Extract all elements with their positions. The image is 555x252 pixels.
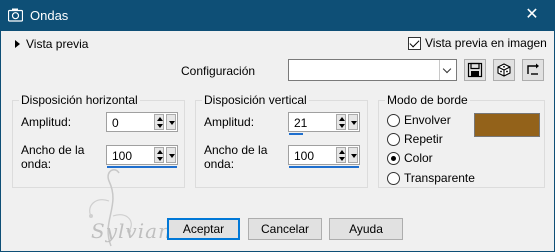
v-wavelength-slider[interactable] (289, 166, 359, 168)
cancel-button[interactable]: Cancelar (248, 218, 322, 240)
edge-option-repetir[interactable]: Repetir (387, 132, 443, 146)
title-bar: Ondas ✕ (0, 0, 555, 31)
v-amplitude-slider[interactable] (289, 133, 303, 135)
config-label: Configuración (181, 64, 256, 78)
save-icon (467, 62, 483, 78)
h-amplitude-value: 0 (112, 116, 119, 130)
dropdown-arrow-icon[interactable] (348, 114, 358, 130)
v-wavelength-label-2: onda: (204, 157, 235, 171)
horizontal-group-title: Disposición horizontal (19, 93, 140, 107)
preview-in-image-checkbox[interactable]: Vista previa en imagen (408, 36, 547, 50)
reset-button[interactable] (522, 59, 544, 81)
edge-option-envolver[interactable]: Envolver (387, 113, 451, 127)
h-wavelength-value: 100 (112, 149, 133, 163)
edge-option-label: Envolver (404, 113, 451, 127)
radio-icon (387, 113, 400, 127)
preview-label: Vista previa (26, 37, 89, 51)
reset-icon (527, 63, 539, 75)
edge-option-label: Repetir (404, 132, 443, 146)
dice-icon (497, 63, 511, 77)
h-amplitude-stepper[interactable]: 0 (106, 112, 178, 132)
v-wavelength-label-1: Ancho de la (204, 143, 268, 157)
h-amplitude-label: Amplitud: (21, 115, 72, 129)
close-icon: ✕ (525, 6, 539, 23)
v-wavelength-stepper[interactable]: 100 (288, 145, 360, 168)
edge-option-transparente[interactable]: Transparente (387, 171, 475, 185)
spin-arrows-icon[interactable] (154, 114, 164, 130)
dropdown-arrow-icon[interactable] (348, 147, 358, 163)
radio-selected-icon (387, 151, 400, 165)
h-wavelength-label-2: onda: (21, 157, 52, 171)
config-select[interactable] (288, 59, 457, 81)
v-amplitude-label: Amplitud: (204, 115, 255, 129)
h-wavelength-slider[interactable] (107, 166, 177, 168)
v-amplitude-stepper[interactable]: 21 (288, 112, 360, 135)
dialog-body: Vista previa Vista previa en imagen Conf… (1, 31, 554, 251)
dropdown-arrow-icon[interactable] (166, 147, 176, 163)
spin-arrows-icon[interactable] (336, 114, 346, 130)
radio-icon (387, 132, 400, 146)
expand-triangle-icon (15, 40, 20, 48)
checkbox-checked-icon (408, 36, 421, 50)
ok-button[interactable]: Aceptar (167, 218, 240, 240)
h-wavelength-label-1: Ancho de la (21, 143, 85, 157)
randomize-button[interactable] (493, 59, 515, 81)
v-wavelength-value: 100 (294, 149, 315, 163)
edge-option-label: Transparente (404, 171, 475, 185)
close-button[interactable]: ✕ (509, 0, 555, 31)
help-button[interactable]: Ayuda (329, 218, 403, 240)
window-title: Ondas (30, 8, 69, 23)
spin-arrows-icon[interactable] (336, 147, 346, 163)
edge-color-swatch[interactable] (474, 113, 540, 137)
vertical-group-title: Disposición vertical (202, 93, 309, 107)
dropdown-arrow-icon[interactable] (166, 114, 176, 130)
chevron-down-icon (439, 60, 456, 80)
spin-arrows-icon[interactable] (154, 147, 164, 163)
preview-toggle[interactable]: Vista previa (15, 36, 88, 52)
camera-icon (8, 8, 23, 22)
edge-mode-title: Modo de borde (385, 93, 470, 107)
v-amplitude-value: 21 (294, 116, 308, 130)
edge-option-color[interactable]: Color (387, 151, 433, 165)
h-wavelength-stepper[interactable]: 100 (106, 145, 178, 168)
edge-option-label: Color (404, 151, 433, 165)
radio-icon (387, 171, 400, 185)
save-preset-button[interactable] (464, 59, 486, 81)
preview-in-image-label: Vista previa en imagen (425, 36, 547, 50)
